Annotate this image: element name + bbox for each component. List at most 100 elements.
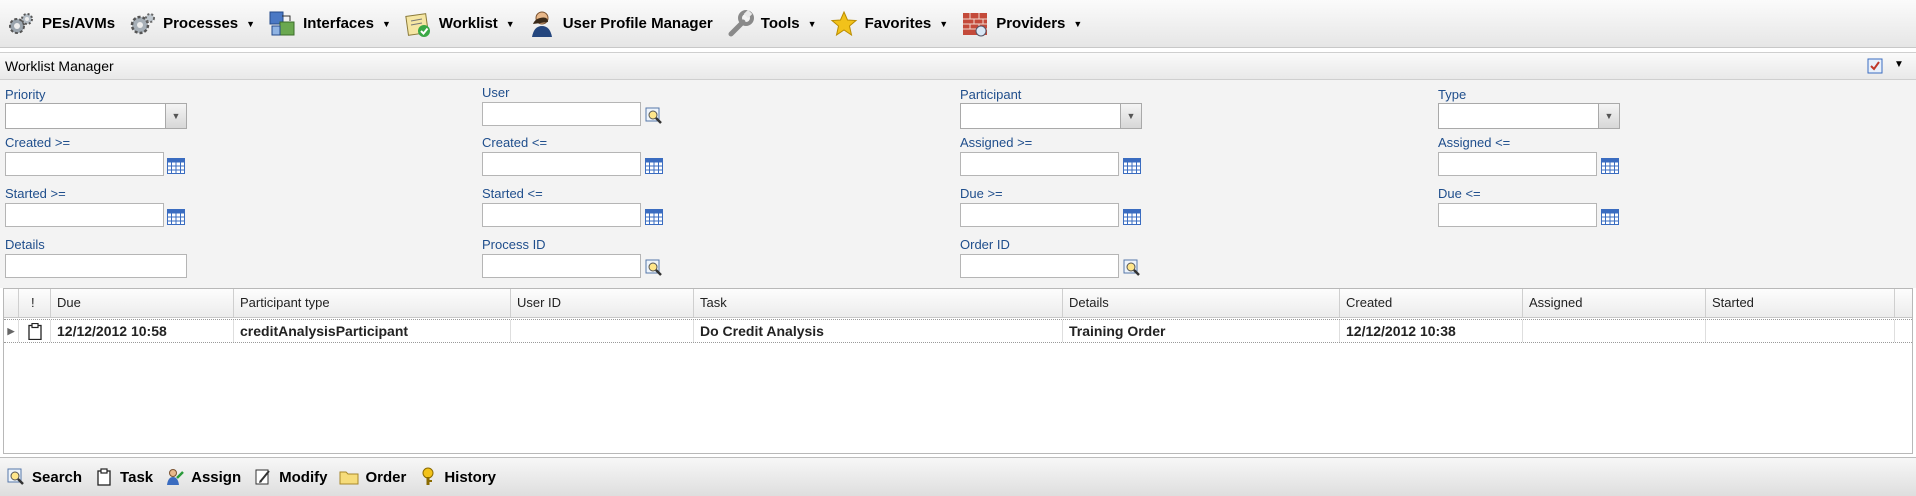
calendar-icon[interactable] (166, 207, 186, 227)
menu-user-profile-manager[interactable]: User Profile Manager (521, 0, 719, 48)
assign-icon (165, 467, 185, 487)
due-from-input[interactable] (960, 203, 1119, 227)
chevron-down-icon[interactable]: ▼ (1120, 104, 1141, 128)
chevron-down-icon[interactable]: ▼ (1073, 19, 1082, 29)
chevron-down-icon[interactable]: ▼ (382, 19, 391, 29)
due-to-input[interactable] (1438, 203, 1597, 227)
assigned-to-label: Assigned <= (1438, 135, 1511, 150)
column-header-due[interactable]: Due (51, 289, 234, 317)
menu-label: Interfaces (303, 15, 374, 32)
providers-icon (960, 9, 990, 39)
calendar-icon[interactable] (1122, 156, 1142, 176)
modify-button-label: Modify (279, 468, 328, 486)
lookup-search-icon[interactable] (1122, 258, 1142, 278)
cell-details: Training Order (1063, 320, 1340, 342)
calendar-icon[interactable] (644, 207, 664, 227)
column-header-details[interactable]: Details (1063, 289, 1340, 317)
assigned-from-input[interactable] (960, 152, 1119, 176)
calendar-icon[interactable] (166, 156, 186, 176)
order-id-input[interactable] (960, 254, 1119, 278)
checklist-icon[interactable] (1866, 57, 1884, 78)
assign-button[interactable]: Assign (165, 467, 241, 487)
column-header-priority[interactable]: ! (19, 289, 51, 317)
created-to-input[interactable] (482, 152, 641, 176)
interfaces-icon (267, 9, 297, 39)
assigned-to-input[interactable] (1438, 152, 1597, 176)
menu-label: Processes (163, 15, 239, 32)
clipboard-icon (94, 467, 114, 487)
menu-label: Favorites (864, 15, 932, 32)
process-id-input[interactable] (482, 254, 641, 278)
menu-interfaces[interactable]: Interfaces ▼ (261, 0, 397, 48)
folder-icon (339, 467, 359, 487)
menu-providers[interactable]: Providers ▼ (954, 0, 1088, 48)
cell-created: 12/12/2012 10:38 (1340, 320, 1523, 342)
filter-form: Priority ▼ User Participant ▼ Type ▼ Cre… (0, 80, 1916, 288)
assign-button-label: Assign (191, 468, 242, 486)
column-header-task[interactable]: Task (694, 289, 1063, 317)
edit-icon (253, 467, 273, 487)
lookup-search-icon[interactable] (644, 106, 664, 126)
started-to-input[interactable] (482, 203, 641, 227)
column-header-assigned[interactable]: Assigned (1523, 289, 1706, 317)
started-to-label: Started <= (482, 186, 543, 201)
chevron-down-icon[interactable]: ▼ (165, 104, 186, 128)
table-row[interactable]: ▶ 12/12/2012 10:58 creditAnalysisPartici… (4, 319, 1912, 343)
assigned-from-label: Assigned >= (960, 135, 1033, 150)
user-input[interactable] (482, 102, 641, 126)
chevron-down-icon[interactable]: ▼ (1598, 104, 1619, 128)
type-select[interactable]: ▼ (1438, 103, 1620, 129)
menu-label: User Profile Manager (562, 15, 713, 32)
wrench-icon (725, 9, 755, 39)
chevron-down-icon[interactable]: ▼ (246, 19, 255, 29)
calendar-icon[interactable] (1600, 207, 1620, 227)
started-from-input[interactable] (5, 203, 164, 227)
action-toolbar: Search Task Assign Modify Order History (0, 457, 1916, 496)
chevron-down-icon[interactable]: ▼ (506, 19, 515, 29)
started-from-label: Started >= (5, 186, 66, 201)
menu-pes-avms[interactable]: PEs/AVMs (0, 0, 121, 48)
menu-worklist[interactable]: Worklist ▼ (397, 0, 521, 48)
history-button-label: History (444, 468, 497, 486)
history-button[interactable]: History (418, 467, 496, 487)
lookup-search-icon[interactable] (644, 258, 664, 278)
participant-select[interactable]: ▼ (960, 103, 1142, 129)
column-header-created[interactable]: Created (1340, 289, 1523, 317)
cell-user-id (511, 320, 694, 342)
created-to-label: Created <= (482, 135, 548, 150)
chevron-down-icon[interactable]: ▼ (939, 19, 948, 29)
calendar-icon[interactable] (644, 156, 664, 176)
worklist-icon (403, 9, 433, 39)
task-button[interactable]: Task (94, 467, 153, 487)
search-icon (6, 467, 26, 487)
history-icon (418, 467, 438, 487)
due-from-label: Due >= (960, 186, 1003, 201)
column-header-user-id[interactable]: User ID (511, 289, 694, 317)
calendar-icon[interactable] (1122, 207, 1142, 227)
panel-menu-chevron-down-icon[interactable]: ▼ (1894, 59, 1904, 70)
calendar-icon[interactable] (1600, 156, 1620, 176)
menu-tools[interactable]: Tools ▼ (719, 0, 823, 48)
created-from-input[interactable] (5, 152, 164, 176)
cell-due: 12/12/2012 10:58 (51, 320, 234, 342)
grid-header: ! Due Participant type User ID Task Deta… (4, 289, 1912, 318)
column-header-started[interactable]: Started (1706, 289, 1895, 317)
menu-processes[interactable]: Processes ▼ (121, 0, 261, 48)
order-button[interactable]: Order (339, 467, 406, 487)
star-icon (829, 9, 859, 39)
main-menu-bar: PEs/AVMs Processes ▼ Interfaces ▼ Workli… (0, 0, 1916, 48)
cell-task: Do Credit Analysis (694, 320, 1063, 342)
clipboard-icon (19, 320, 51, 342)
search-button[interactable]: Search (6, 467, 82, 487)
expand-arrow-icon[interactable]: ▶ (4, 320, 19, 342)
details-input[interactable] (5, 254, 187, 278)
due-to-label: Due <= (1438, 186, 1481, 201)
modify-button[interactable]: Modify (253, 467, 327, 487)
cell-started (1706, 320, 1895, 342)
column-header-participant-type[interactable]: Participant type (234, 289, 511, 317)
menu-favorites[interactable]: Favorites ▼ (823, 0, 955, 48)
chevron-down-icon[interactable]: ▼ (808, 19, 817, 29)
user-icon (527, 9, 557, 39)
priority-select[interactable]: ▼ (5, 103, 187, 129)
menu-label: PEs/AVMs (42, 15, 116, 32)
